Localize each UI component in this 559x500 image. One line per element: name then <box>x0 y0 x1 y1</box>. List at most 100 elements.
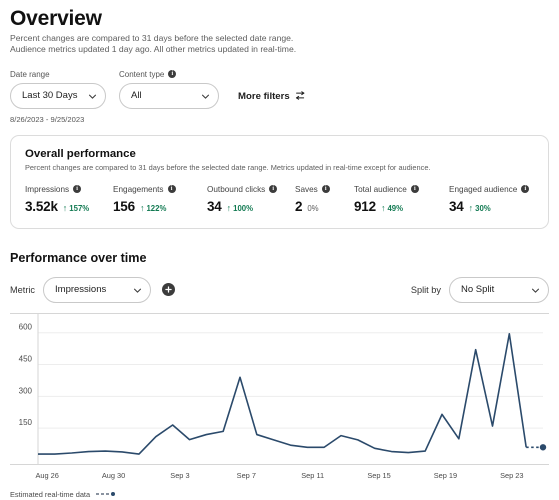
chart-end-marker-dot <box>539 443 547 451</box>
metric-delta: ↑ 30% <box>468 202 491 213</box>
metric-select-label: Metric <box>10 284 36 295</box>
metric-label: Impressions i <box>25 185 113 194</box>
more-filters-button[interactable]: More filters <box>238 90 306 104</box>
metric-value: 3.52k <box>25 198 58 214</box>
metric-row: 2 0% <box>295 199 354 214</box>
chevron-down-icon <box>88 92 97 100</box>
metric-delta: ↑ 49% <box>380 202 404 213</box>
metric-value: 156 <box>113 198 135 214</box>
metric-delta-text: 157% <box>69 203 90 213</box>
x-tick: Sep 23 <box>500 470 524 480</box>
info-icon[interactable]: i <box>73 185 82 194</box>
filter-sliders-icon <box>295 90 306 104</box>
metric-label: Saves i <box>295 185 354 194</box>
date-range-label: Date range <box>10 69 50 79</box>
metric-impressions: Impressions i 3.52k ↑ 157% <box>25 185 113 214</box>
info-icon[interactable]: i <box>167 185 176 194</box>
overall-performance-card: Overall performance Percent changes are … <box>10 134 549 229</box>
metric-label: Total audience i <box>354 185 449 194</box>
metric-delta: ↑ 100% <box>226 202 254 213</box>
chart-line-svg[interactable]: 150 300 450 600 <box>10 314 549 464</box>
overall-performance-title: Overall performance <box>25 147 136 160</box>
metric-delta: ↑ 122% <box>139 202 167 213</box>
chart-footnote: Estimated real-time data <box>10 490 549 499</box>
y-tick-label: 300 <box>19 386 33 395</box>
metric-delta: ↑ 157% <box>62 202 90 213</box>
metric-value: 34 <box>449 198 464 214</box>
metric-label-text: Impressions <box>25 184 70 194</box>
chart-line-solid <box>38 333 526 453</box>
metric-row: 912 ↑ 49% <box>354 199 449 214</box>
metric-engagements: Engagements i 156 ↑ 122% <box>113 185 207 214</box>
y-tick-label: 600 <box>19 322 33 331</box>
info-icon[interactable]: i <box>269 185 278 194</box>
performance-controls: Metric Impressions Split by No Split <box>10 276 549 303</box>
metric-select-value: Impressions <box>55 284 107 296</box>
metric-label: Engaged audience i <box>449 184 530 194</box>
chevron-down-icon <box>531 286 540 294</box>
content-type-field: Content type i All <box>119 70 219 109</box>
metric-delta-text: 0% <box>307 203 319 213</box>
date-range-value: Last 30 Days <box>22 90 78 102</box>
chart-x-axis: Aug 26 Aug 30 Sep 3 Sep 7 Sep 11 Sep 15 … <box>10 471 549 480</box>
overall-performance-subtitle: Percent changes are compared to 31 days … <box>25 162 431 172</box>
performance-over-time-title: Performance over time <box>10 250 147 265</box>
metric-label: Outbound clicks i <box>207 185 295 194</box>
metric-value: 2 <box>295 198 303 214</box>
x-tick: Sep 7 <box>236 470 256 480</box>
x-tick: Sep 19 <box>433 470 458 480</box>
chart-plot-area: 150 300 450 600 <box>10 312 549 465</box>
metric-row: 34 ↑ 30% <box>449 199 529 214</box>
x-tick: Sep 3 <box>170 470 190 480</box>
chart-footnote-text: Estimated real-time data <box>10 489 91 499</box>
metric-select[interactable]: Impressions <box>43 276 152 303</box>
estimated-data-legend-icon <box>96 492 116 497</box>
y-tick-label: 150 <box>19 418 33 427</box>
y-tick-label: 450 <box>19 354 33 363</box>
performance-chart: 150 300 450 600 Aug 26 Aug 30 Sep 3 Sep 7 S… <box>10 312 549 499</box>
info-icon[interactable]: i <box>410 185 419 194</box>
metric-delta-text: 100% <box>233 203 254 213</box>
chevron-down-icon <box>201 92 210 100</box>
arrow-up-icon: ↑ <box>62 202 68 213</box>
split-by-select[interactable]: No Split <box>449 276 549 303</box>
more-filters-label: More filters <box>238 91 290 103</box>
arrow-up-icon: ↑ <box>468 202 474 213</box>
page-subtitle: Percent changes are compared to 31 days … <box>10 33 297 55</box>
metric-row: 156 ↑ 122% <box>113 199 207 214</box>
x-tick: Aug 26 <box>35 470 59 480</box>
metric-label-text: Saves <box>295 184 318 194</box>
metric-row: 3.52k ↑ 157% <box>25 199 113 214</box>
metric-engaged-audience: Engaged audience i 34 ↑ 30% <box>449 184 530 214</box>
content-type-value: All <box>131 90 142 102</box>
arrow-up-icon: ↑ <box>380 202 386 213</box>
date-range-select[interactable]: Last 30 Days <box>10 82 106 109</box>
metric-label-text: Outbound clicks <box>207 184 266 194</box>
filters-bar: Date range Last 30 Days Content type i A… <box>10 70 549 109</box>
chevron-down-icon <box>133 286 142 294</box>
content-type-label: Content type i <box>119 70 219 79</box>
metric-delta-text: 49% <box>387 203 404 213</box>
metrics-row: Impressions i 3.52k ↑ 157% Engagements i <box>25 185 534 214</box>
metric-label-text: Total audience <box>354 184 407 194</box>
arrow-up-icon: ↑ <box>139 202 145 213</box>
x-tick: Sep 11 <box>301 470 325 480</box>
info-icon[interactable]: i <box>521 185 530 194</box>
metric-label-text: Engagements <box>113 184 164 194</box>
info-icon[interactable]: i <box>168 70 177 79</box>
date-range-note: 8/26/2023 - 9/25/2023 <box>10 114 85 124</box>
x-tick: Sep 15 <box>367 470 391 480</box>
content-type-select[interactable]: All <box>119 82 219 109</box>
metric-outbound-clicks: Outbound clicks i 34 ↑ 100% <box>207 185 295 214</box>
split-by-value: No Split <box>461 284 495 296</box>
page-title: Overview <box>10 7 102 30</box>
arrow-up-icon: ↑ <box>226 202 232 213</box>
info-icon[interactable]: i <box>321 185 330 194</box>
overview-page: Overview Percent changes are compared to… <box>0 7 559 500</box>
metric-value: 34 <box>207 198 222 214</box>
metric-label-text: Engaged audience <box>449 184 518 194</box>
metric-delta: 0% <box>307 204 318 213</box>
plus-circle-icon[interactable] <box>162 283 176 297</box>
metric-delta-text: 122% <box>146 203 167 213</box>
metric-row: 34 ↑ 100% <box>207 199 295 214</box>
